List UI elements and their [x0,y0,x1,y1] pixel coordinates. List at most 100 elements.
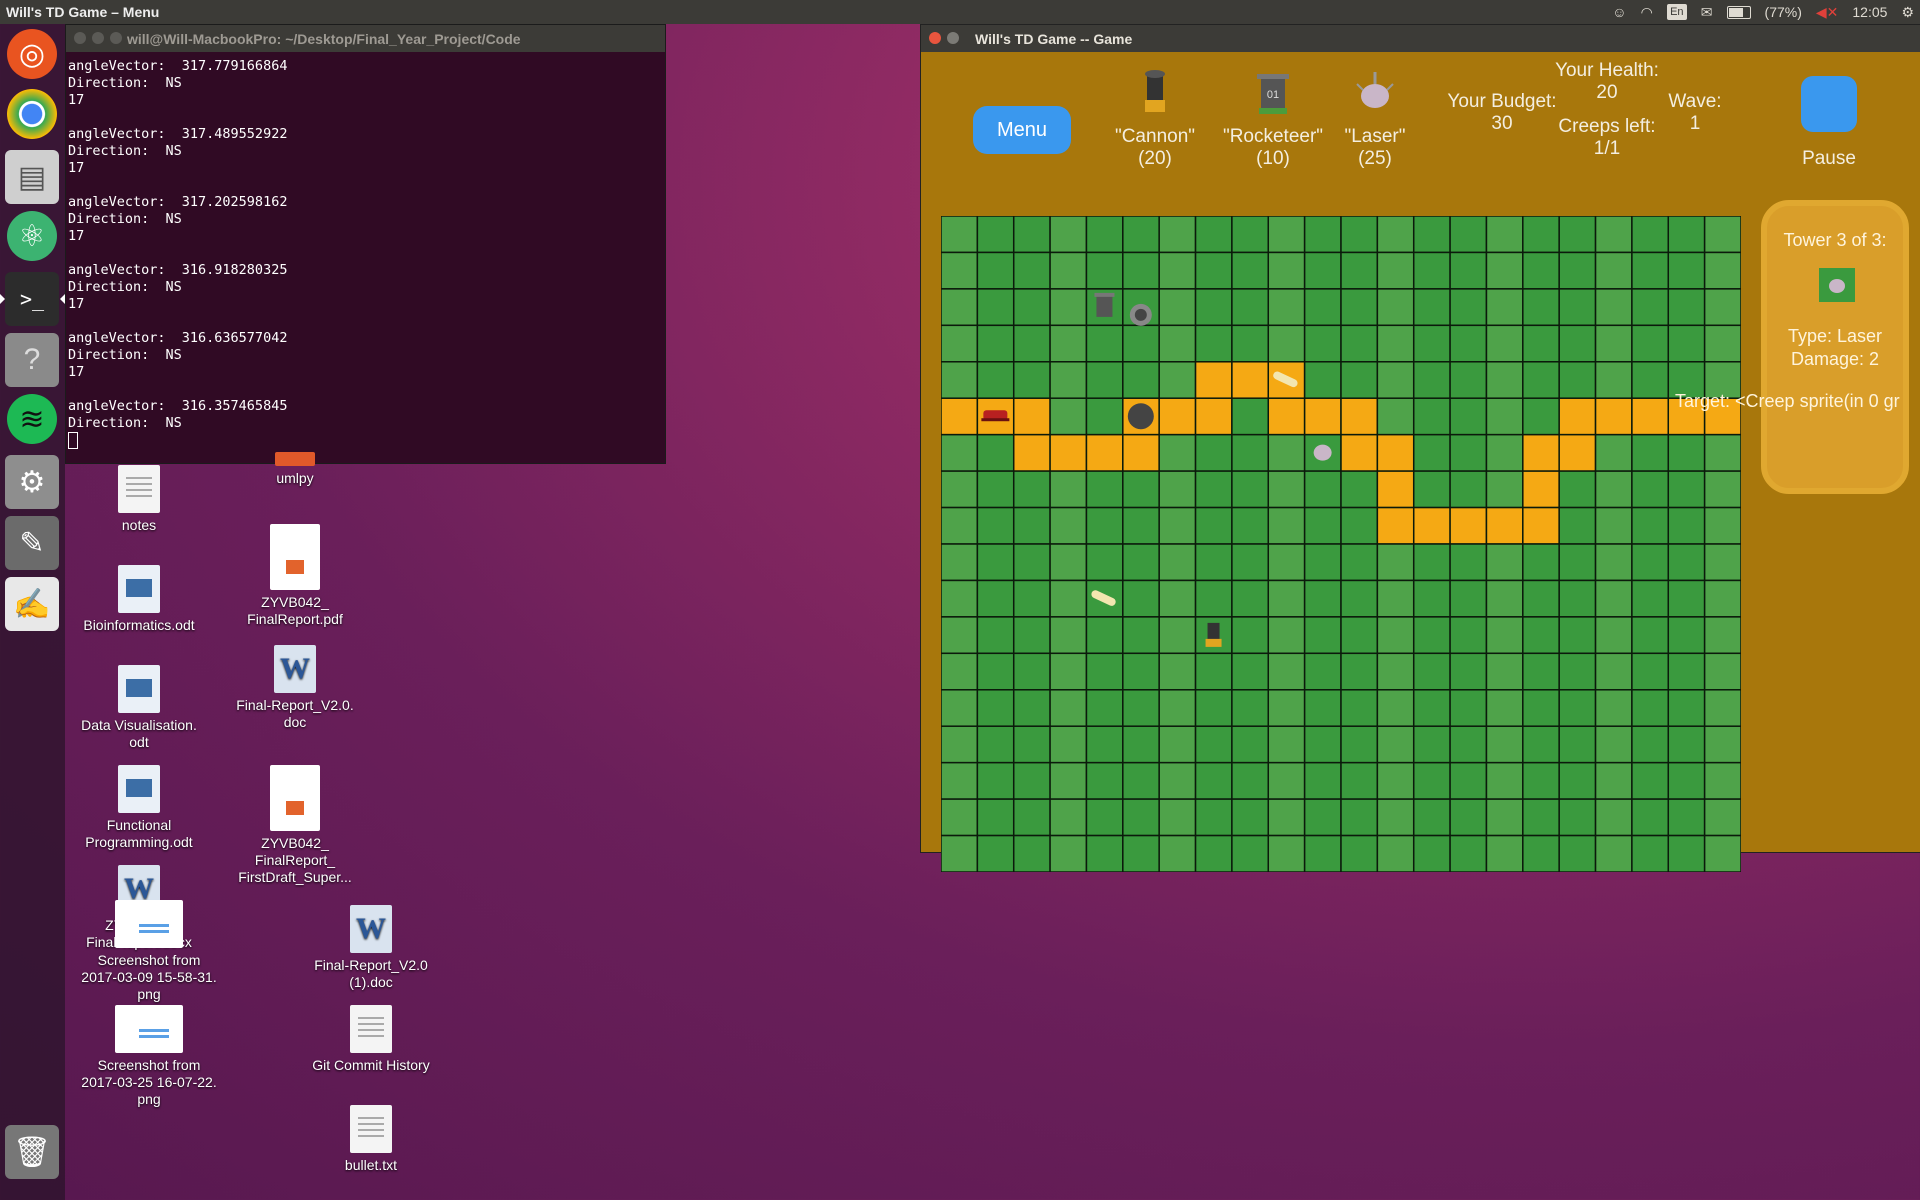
grass-tile[interactable] [1158,725,1197,764]
grass-tile[interactable] [1303,506,1342,545]
path-tile[interactable] [1267,397,1306,436]
spotify-icon[interactable]: ≋ [7,394,57,444]
grass-tile[interactable] [976,288,1015,327]
grass-tile[interactable] [1085,543,1124,582]
grass-tile[interactable] [1085,506,1124,545]
grass-tile[interactable] [1558,470,1597,509]
grass-tile[interactable] [1049,689,1088,727]
grass-tile[interactable] [1485,397,1524,436]
grass-tile[interactable] [1085,216,1124,254]
grass-tile[interactable] [941,543,979,582]
grass-tile[interactable] [941,725,979,764]
text-editor-icon[interactable]: ✍ [5,577,59,631]
grass-tile[interactable] [1267,470,1306,509]
grass-tile[interactable] [1703,798,1741,837]
grass-tile[interactable] [1049,834,1088,872]
grass-tile[interactable] [1522,761,1560,800]
ubuntu-icon[interactable]: ◎ [7,29,57,79]
desktop-icon[interactable]: Bioinformatics.odt [69,565,209,634]
grass-tile[interactable] [1231,470,1270,509]
path-tile[interactable] [1049,433,1088,472]
grass-tile[interactable] [1085,725,1124,764]
grass-tile[interactable] [1049,616,1088,655]
mail-icon[interactable]: ✉ [1701,4,1713,21]
grass-tile[interactable] [1158,616,1197,655]
grass-tile[interactable] [1449,216,1488,254]
grass-tile[interactable] [1412,579,1451,618]
grass-tile[interactable] [1485,834,1524,872]
grass-tile[interactable] [1085,761,1124,800]
grass-tile[interactable] [1522,616,1560,655]
grass-tile[interactable] [976,616,1015,655]
grass-tile[interactable] [1012,361,1051,399]
grass-tile[interactable] [1449,361,1488,399]
grass-tile[interactable] [1085,798,1124,837]
grass-tile[interactable] [1412,616,1451,655]
grass-tile[interactable] [1449,689,1488,727]
grass-tile[interactable] [1376,652,1415,691]
grass-tile[interactable] [976,433,1015,472]
grass-tile[interactable] [1594,216,1633,254]
grass-tile[interactable] [1558,288,1597,327]
grass-tile[interactable] [1085,251,1124,290]
grass-tile[interactable] [1158,652,1197,691]
grass-tile[interactable] [1158,506,1197,545]
path-tile[interactable] [1376,433,1415,472]
grass-tile[interactable] [941,324,979,363]
grass-tile[interactable] [1558,216,1597,254]
volume-muted-icon[interactable]: ◀✕ [1816,4,1839,21]
grass-tile[interactable] [1485,470,1524,509]
grass-tile[interactable] [1303,798,1342,837]
creep-sprite[interactable] [981,410,1010,422]
path-tile[interactable] [1522,433,1560,472]
grass-tile[interactable] [1522,652,1560,691]
grass-tile[interactable] [1267,433,1306,472]
grass-tile[interactable] [1012,725,1051,764]
path-tile[interactable] [1522,506,1560,545]
grass-tile[interactable] [1231,433,1270,472]
grass-tile[interactable] [1194,251,1233,290]
grass-tile[interactable] [1158,324,1197,363]
grass-tile[interactable] [1594,251,1633,290]
grass-tile[interactable] [1012,579,1051,618]
grass-tile[interactable] [1449,251,1488,290]
grass-tile[interactable] [1303,652,1342,691]
grass-tile[interactable] [1594,689,1633,727]
grass-tile[interactable] [1412,216,1451,254]
grass-tile[interactable] [1594,616,1633,655]
grass-tile[interactable] [1049,506,1088,545]
grass-tile[interactable] [1231,798,1270,837]
grass-tile[interactable] [1667,288,1706,327]
grass-tile[interactable] [941,689,979,727]
grass-tile[interactable] [1558,324,1597,363]
grass-tile[interactable] [1485,689,1524,727]
grass-tile[interactable] [1631,216,1670,254]
grass-tile[interactable] [941,761,979,800]
grass-tile[interactable] [1485,288,1524,327]
grass-tile[interactable] [1012,616,1051,655]
grass-tile[interactable] [1231,834,1270,872]
path-tile[interactable] [1303,397,1342,436]
grass-tile[interactable] [1267,761,1306,800]
path-tile[interactable] [1522,470,1560,509]
grass-tile[interactable] [1231,543,1270,582]
power-gear-icon[interactable]: ⚙ [1901,4,1914,21]
maximize-icon[interactable] [110,32,122,44]
grass-tile[interactable] [1267,543,1306,582]
grass-tile[interactable] [1340,216,1379,254]
grass-tile[interactable] [1340,543,1379,582]
grass-tile[interactable] [1376,397,1415,436]
grass-tile[interactable] [1558,579,1597,618]
atom-icon[interactable]: ⚛ [7,211,57,261]
grass-tile[interactable] [1303,361,1342,399]
grass-tile[interactable] [1522,397,1560,436]
grass-tile[interactable] [976,834,1015,872]
grass-tile[interactable] [1485,433,1524,472]
grass-tile[interactable] [1122,652,1160,691]
grass-tile[interactable] [1085,689,1124,727]
grass-tile[interactable] [1558,761,1597,800]
cannonball-projectile[interactable] [1129,303,1152,326]
desktop-icon[interactable]: umlpy [225,452,365,487]
grass-tile[interactable] [1558,652,1597,691]
grass-tile[interactable] [1340,361,1379,399]
